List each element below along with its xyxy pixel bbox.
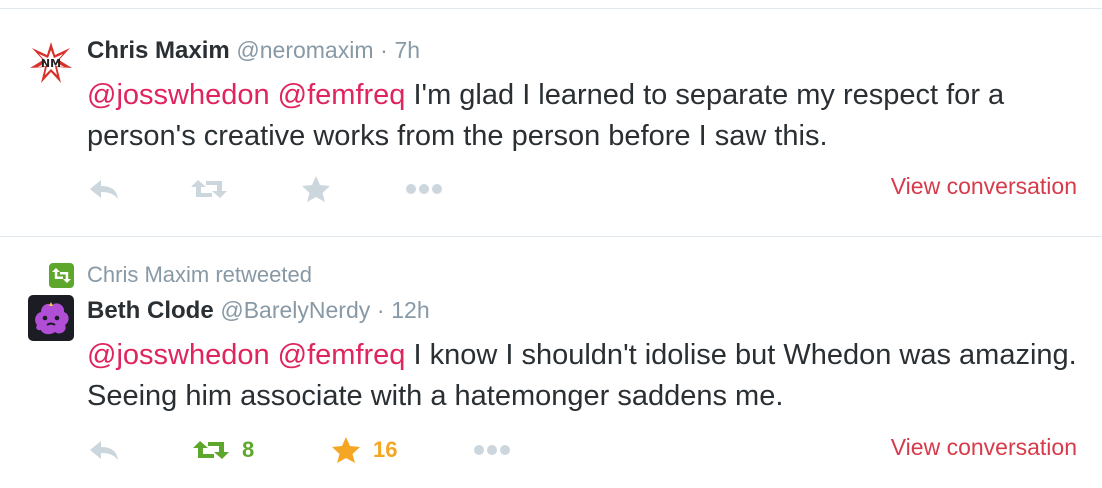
tweet-actions: View conversation xyxy=(87,171,1077,207)
retweet-icon xyxy=(49,263,74,288)
favorite-icon[interactable] xyxy=(301,171,331,207)
retweet-icon[interactable] xyxy=(190,171,228,207)
view-conversation-link[interactable]: View conversation xyxy=(891,434,1077,461)
avatar[interactable]: NM xyxy=(28,40,74,86)
retweet-count: 8 xyxy=(242,437,255,462)
mention-link[interactable]: @josswhedon xyxy=(87,79,270,111)
more-icon[interactable] xyxy=(473,432,511,468)
divider xyxy=(0,8,1102,9)
tweet-timeline: NM Chris Maxim @neromaxim · 7h @josswhed… xyxy=(0,0,1102,488)
tweet-header: Chris Maxim @neromaxim · 7h xyxy=(87,36,420,65)
username[interactable]: @neromaxim xyxy=(236,37,373,63)
timestamp[interactable]: 12h xyxy=(391,297,429,323)
timestamp[interactable]: 7h xyxy=(395,37,421,63)
view-conversation-link[interactable]: View conversation xyxy=(891,173,1077,200)
username[interactable]: @BarelyNerdy xyxy=(220,297,370,323)
time-separator: · xyxy=(376,297,385,323)
more-icon[interactable] xyxy=(405,171,443,207)
reply-icon[interactable] xyxy=(87,432,121,468)
mention-link[interactable]: @femfreq xyxy=(278,339,406,371)
tweet-actions: 8 16 View conversation xyxy=(87,432,1077,468)
svg-text:NM: NM xyxy=(41,57,61,70)
divider xyxy=(0,236,1102,237)
retweet-button[interactable]: 8 xyxy=(192,432,254,468)
fullname[interactable]: Beth Clode xyxy=(87,297,214,324)
tweet-text: @josswhedon @femfreq I know I shouldn't … xyxy=(87,335,1077,417)
favorite-button[interactable]: 16 xyxy=(331,432,397,468)
favorite-icon xyxy=(332,437,360,463)
tweet-header: Beth Clode @BarelyNerdy · 12h xyxy=(87,296,430,325)
fullname[interactable]: Chris Maxim xyxy=(87,37,230,64)
time-separator: · xyxy=(380,37,388,63)
retweeted-by-label[interactable]: Chris Maxim retweeted xyxy=(87,262,312,288)
mention-link[interactable]: @femfreq xyxy=(278,79,406,111)
retweet-icon xyxy=(193,441,229,459)
reply-icon[interactable] xyxy=(87,171,121,207)
mention-link[interactable]: @josswhedon xyxy=(87,339,270,371)
tweet-text: @josswhedon @femfreq I'm glad I learned … xyxy=(87,75,1077,157)
favorite-count: 16 xyxy=(373,437,398,462)
avatar[interactable] xyxy=(28,295,74,341)
